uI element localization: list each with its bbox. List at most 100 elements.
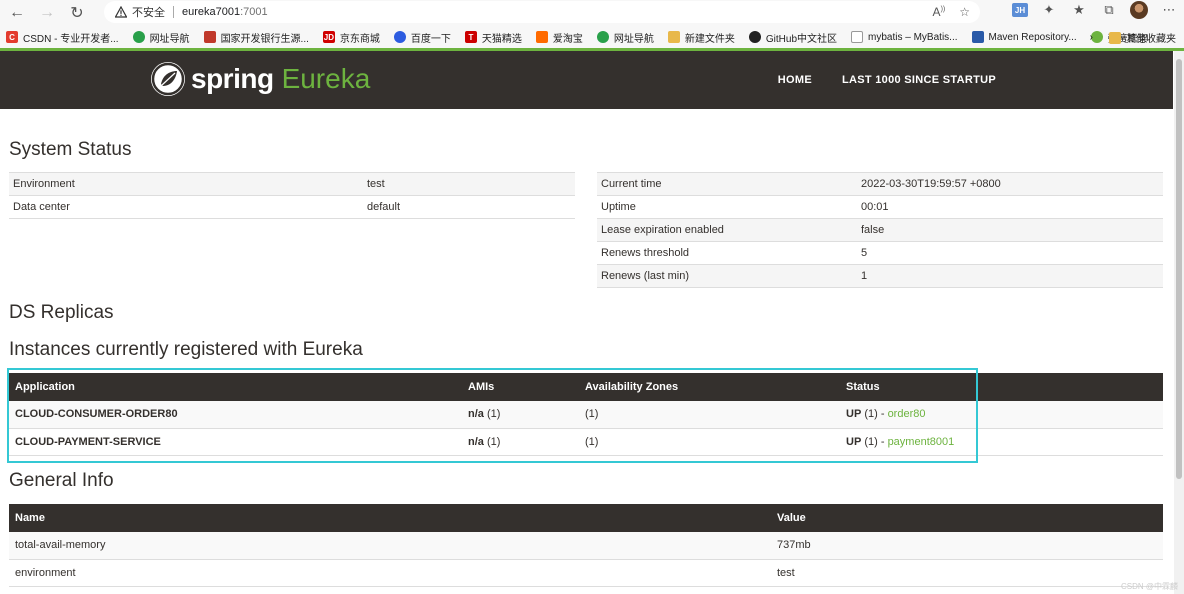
more-menu-icon[interactable]: ⋯ xyxy=(1160,1,1178,19)
bookmark-item[interactable]: 爱淘宝 xyxy=(535,30,583,45)
chevron-right-icon[interactable]: › xyxy=(1090,32,1093,43)
reload-icon[interactable]: ↻ xyxy=(64,1,90,25)
key-cell: Data center xyxy=(9,195,363,219)
table-row: Renews (last min) 1 xyxy=(597,264,1163,288)
value-cell: 1 xyxy=(857,264,1163,288)
nav-last-1000[interactable]: LAST 1000 SINCE STARTUP xyxy=(842,74,996,86)
bookmark-label: mybatis – MyBatis... xyxy=(868,31,958,43)
logo-spring-text: spring xyxy=(191,63,274,94)
bookmark-item[interactable]: Maven Repository... xyxy=(971,31,1077,43)
table-row: Environment test xyxy=(9,172,575,196)
vertical-scrollbar[interactable] xyxy=(1174,51,1184,594)
page-icon xyxy=(851,31,864,43)
value-cell: 2022-03-30T19:59:57 +0800 xyxy=(857,172,1163,196)
top-nav: HOME LAST 1000 SINCE STARTUP xyxy=(778,74,996,86)
extensions-puzzle-icon[interactable]: ✦ xyxy=(1040,1,1058,19)
other-bookmarks[interactable]: 其他收藏夹 xyxy=(1126,30,1176,45)
bookmark-item[interactable]: 网址导航 xyxy=(596,30,654,45)
bookmark-folder[interactable]: 新建文件夹 xyxy=(667,30,735,45)
instances-table: Application AMIs Availability Zones Stat… xyxy=(9,373,1163,456)
info-value: 737mb xyxy=(771,532,1163,560)
status-count: (1) - xyxy=(861,435,888,448)
table-row: CLOUD-CONSUMER-ORDER80 n/a (1) (1) UP (1… xyxy=(9,401,1163,429)
table-header-row: Name Value xyxy=(9,504,1163,532)
system-status-title: System Status xyxy=(9,139,132,160)
general-info-table: Name Value total-avail-memory 737mb envi… xyxy=(9,504,1163,587)
taobao-icon xyxy=(535,31,548,43)
nav-site-icon xyxy=(132,31,145,43)
extension-jh-icon[interactable]: JH xyxy=(1012,3,1028,17)
logo-eureka-text: Eureka xyxy=(281,63,371,94)
bookmark-item[interactable]: 百度一下 xyxy=(393,30,451,45)
bookmark-label: 新建文件夹 xyxy=(684,33,735,45)
status-count: (1) - xyxy=(861,408,888,421)
watermark: CSDN @中霖麟 xyxy=(1120,582,1178,591)
instance-link[interactable]: order80 xyxy=(888,408,926,420)
col-value: Value xyxy=(771,504,1163,532)
bookmark-item[interactable]: GitHub中文社区 xyxy=(748,30,838,45)
amis-cell: n/a (1) xyxy=(462,401,579,429)
bookmark-label: 京东商城 xyxy=(339,33,380,45)
profile-avatar[interactable] xyxy=(1130,1,1148,19)
table-row: Renews threshold 5 xyxy=(597,241,1163,265)
col-status: Status xyxy=(840,373,1163,401)
read-aloud-icon[interactable]: A)) xyxy=(933,5,946,19)
bookmark-item[interactable]: C CSDN - 专业开发者... xyxy=(6,30,119,45)
favorites-icon[interactable]: ★ xyxy=(1070,1,1088,19)
value-cell: test xyxy=(363,172,575,196)
instances-title: Instances currently registered with Eure… xyxy=(9,339,363,360)
application-name: CLOUD-PAYMENT-SERVICE xyxy=(9,428,462,456)
bookmark-item[interactable]: 网址导航 xyxy=(132,30,190,45)
jd-icon: JD xyxy=(322,31,335,43)
table-row: environment test xyxy=(9,559,1163,587)
system-status-right-table: Current time 2022-03-30T19:59:57 +0800 Up… xyxy=(597,172,1163,288)
table-row: Data center default xyxy=(9,195,575,219)
info-name: total-avail-memory xyxy=(9,532,771,560)
general-info-title: General Info xyxy=(9,470,114,491)
bank-icon xyxy=(203,31,216,43)
col-application: Application xyxy=(9,373,462,401)
table-row: CLOUD-PAYMENT-SERVICE n/a (1) (1) UP (1)… xyxy=(9,428,1163,456)
key-cell: Environment xyxy=(9,172,363,196)
table-row: Uptime 00:01 xyxy=(597,195,1163,219)
zones-cell: (1) xyxy=(579,428,840,456)
status-value: UP xyxy=(846,435,862,448)
bookmark-item[interactable]: mybatis – MyBatis... xyxy=(851,31,958,43)
eureka-page: spring Eureka HOME LAST 1000 SINCE START… xyxy=(0,51,1173,587)
favorite-star-icon[interactable]: ☆ xyxy=(959,5,970,19)
nav-home[interactable]: HOME xyxy=(778,74,812,86)
instance-link[interactable]: payment8001 xyxy=(888,436,955,448)
url-host: eureka7001 xyxy=(182,6,241,18)
bookmark-label: CSDN - 专业开发者... xyxy=(23,33,119,45)
github-icon xyxy=(748,31,761,43)
warning-icon[interactable] xyxy=(114,5,128,19)
address-bar[interactable]: 不安全 eureka7001:7001 A)) ☆ xyxy=(104,1,980,23)
value-cell: 00:01 xyxy=(857,195,1163,219)
system-status-left-table: Environment test Data center default xyxy=(9,172,575,219)
separator xyxy=(173,6,174,18)
bookmark-item[interactable]: 国家开发银行生源... xyxy=(203,30,309,45)
value-cell: false xyxy=(857,218,1163,242)
key-cell: Renews (last min) xyxy=(597,264,857,288)
bookmark-label: 百度一下 xyxy=(410,33,451,45)
bookmark-label: GitHub中文社区 xyxy=(765,33,838,45)
bookmark-label: 国家开发银行生源... xyxy=(220,33,309,45)
baidu-icon xyxy=(393,31,406,43)
table-row: Current time 2022-03-30T19:59:57 +0800 xyxy=(597,172,1163,196)
bookmark-item[interactable]: JD 京东商城 xyxy=(322,30,380,45)
forward-icon[interactable]: → xyxy=(34,1,60,25)
bookmark-label: Maven Repository... xyxy=(988,31,1077,43)
key-cell: Lease expiration enabled xyxy=(597,218,857,242)
bookmark-item[interactable]: T 天猫精选 xyxy=(464,30,522,45)
spring-eureka-logo[interactable]: spring Eureka xyxy=(151,62,370,96)
bookmark-label: 爱淘宝 xyxy=(552,33,583,45)
zones-cell: (1) xyxy=(579,401,840,429)
bookmark-label: 网址导航 xyxy=(149,33,190,45)
back-icon[interactable]: ← xyxy=(4,1,30,25)
scrollbar-thumb[interactable] xyxy=(1176,59,1182,479)
tmall-icon: T xyxy=(464,31,477,43)
amis-cell: n/a (1) xyxy=(462,428,579,456)
info-value: test xyxy=(771,559,1163,587)
nav-site-icon xyxy=(596,31,609,43)
collections-icon[interactable]: ⧉ xyxy=(1100,1,1118,19)
